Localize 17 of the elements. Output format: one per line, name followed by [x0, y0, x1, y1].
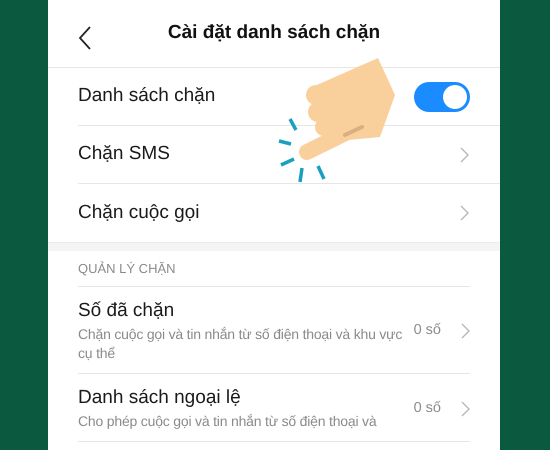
- toggle-switch[interactable]: [414, 82, 470, 112]
- chevron-right-icon: [461, 400, 470, 416]
- back-icon[interactable]: [78, 26, 92, 50]
- chevron-right-icon: [461, 323, 470, 339]
- item-title[interactable]: Danh sách ngoại lệ: [78, 386, 414, 410]
- screen-title: Cài đặt danh sách chặn: [168, 21, 380, 46]
- item-count: 0 số: [414, 398, 441, 418]
- setting-label[interactable]: Danh sách chặn: [78, 82, 216, 111]
- setting-label[interactable]: Chặn cuộc gọi: [78, 198, 200, 228]
- chevron-right-icon: [460, 205, 469, 221]
- setting-label[interactable]: Chặn SMS: [78, 140, 170, 169]
- item-description: Chặn cuộc gọi và tin nhắn từ số điện thoại và khu vực cụ thể: [78, 325, 404, 363]
- item-title[interactable]: Số đã chặn: [78, 299, 414, 323]
- section-header: QUẢN LÝ CHẶN: [78, 260, 176, 278]
- item-count: 0 số: [414, 321, 441, 340]
- chevron-right-icon: [460, 146, 469, 162]
- item-description: Cho phép cuộc gọi và tin nhắn từ số điện thoại và: [78, 412, 378, 431]
